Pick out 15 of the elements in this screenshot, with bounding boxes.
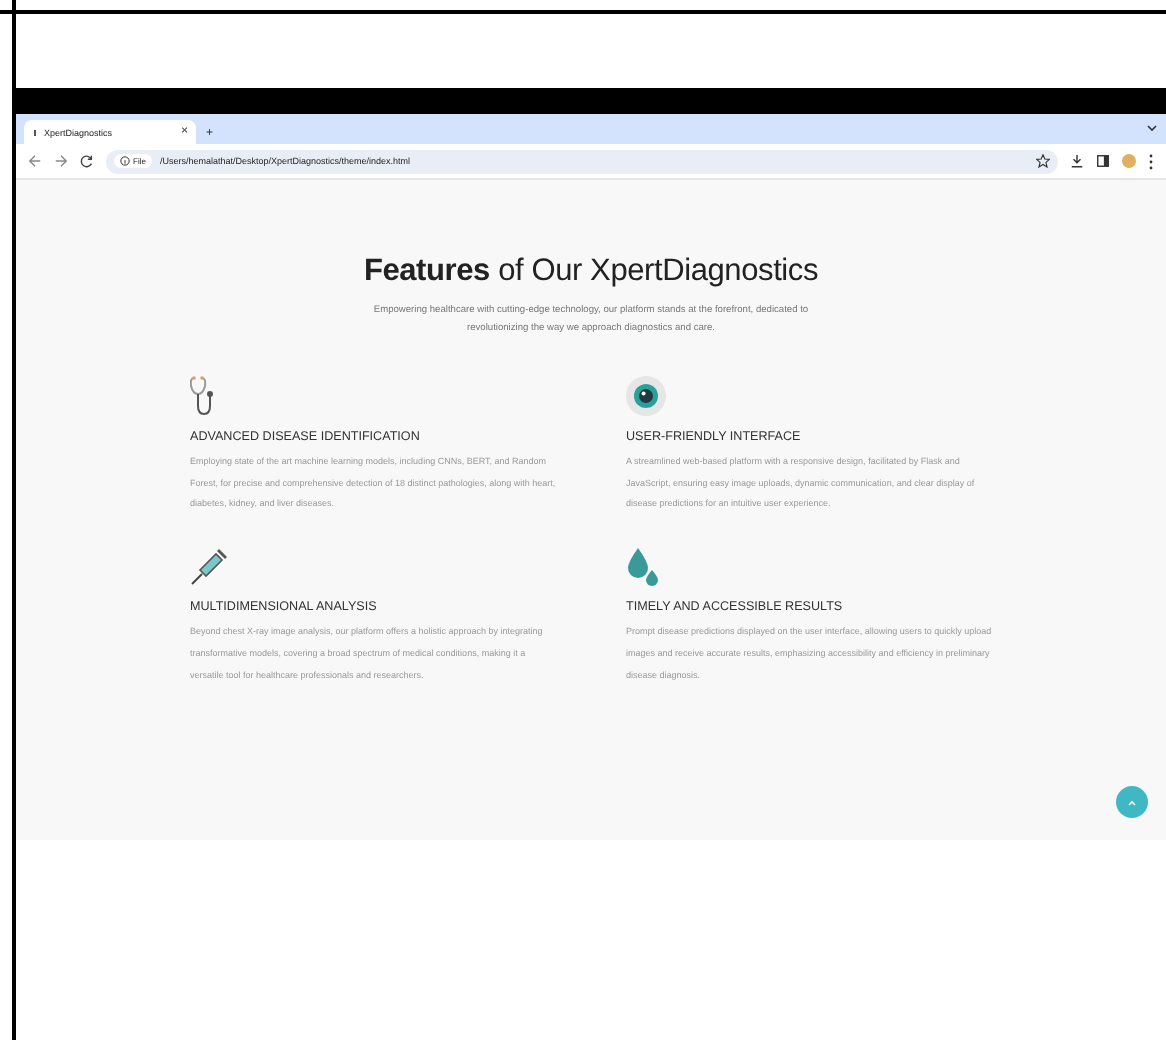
syringe-icon: [190, 548, 228, 587]
forward-icon[interactable]: [54, 154, 68, 168]
chevron-up-icon: [1128, 799, 1136, 805]
download-icon[interactable]: [1070, 154, 1084, 168]
reload-icon[interactable]: [80, 154, 94, 168]
drops-icon: [626, 546, 658, 587]
back-icon[interactable]: [28, 154, 42, 168]
star-icon[interactable]: [1036, 154, 1050, 168]
stethoscope-icon: [190, 376, 218, 416]
eye-icon: [626, 376, 666, 416]
caret-icon[interactable]: [1146, 122, 1158, 134]
menu-icon[interactable]: [1148, 153, 1154, 169]
side-panel-icon[interactable]: [1096, 154, 1110, 168]
page-heading: Features of Our XpertDiagnostics: [361, 252, 821, 290]
info-icon: [120, 156, 130, 166]
